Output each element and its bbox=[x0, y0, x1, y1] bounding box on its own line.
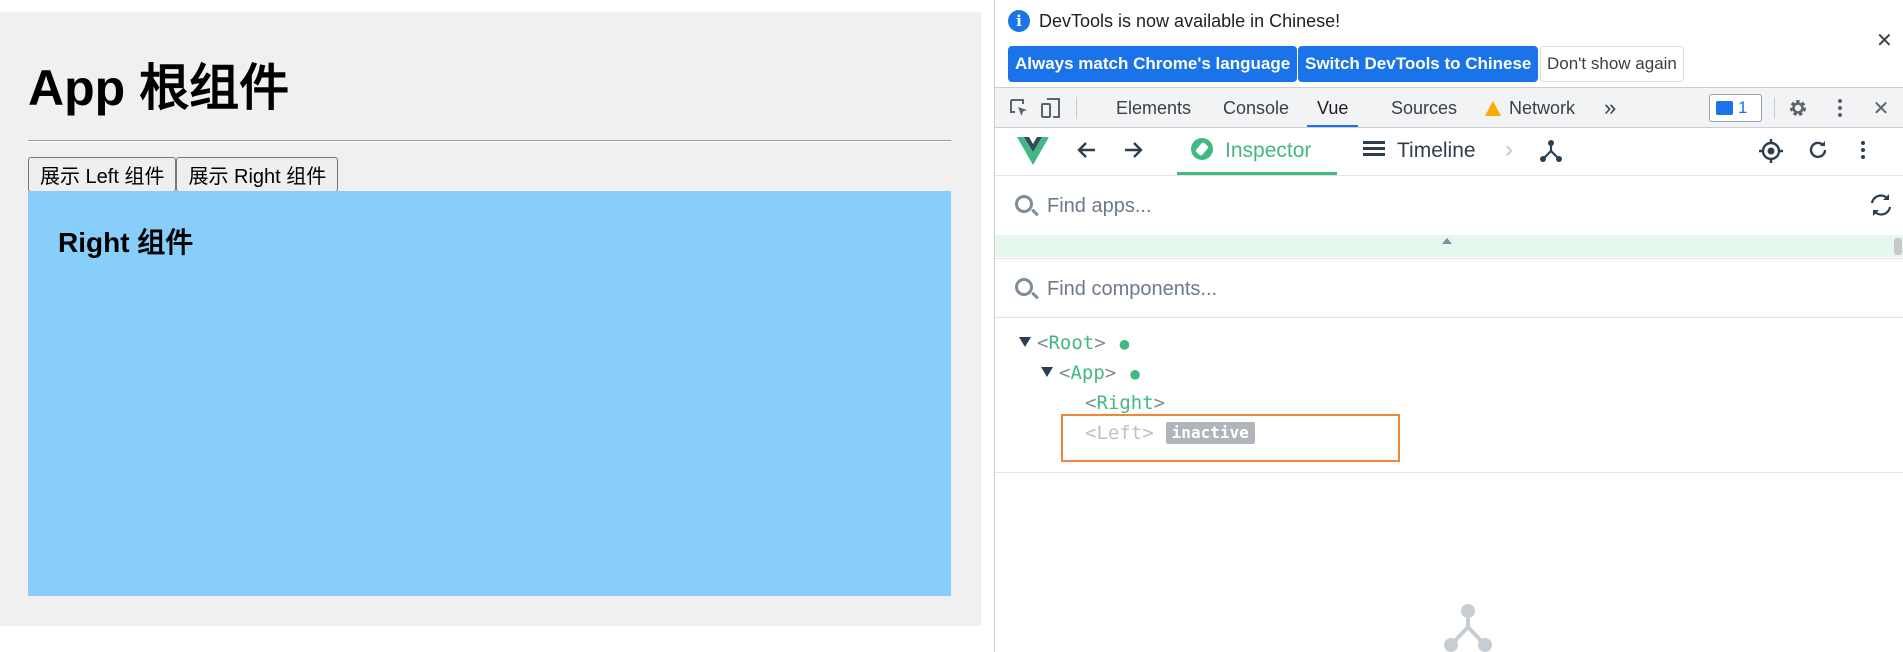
back-arrow-icon[interactable] bbox=[1075, 138, 1099, 169]
right-component-box: Right 组件 bbox=[28, 191, 951, 596]
show-right-button[interactable]: 展示 Right 组件 bbox=[176, 157, 339, 192]
expand-triangle-icon[interactable] bbox=[1041, 367, 1053, 377]
annotation-highlight-box bbox=[1061, 414, 1400, 462]
expand-triangle-icon[interactable] bbox=[1019, 337, 1031, 347]
chevron-right-icon: › bbox=[1505, 136, 1513, 163]
close-devtools-icon[interactable]: ✕ bbox=[1869, 97, 1893, 121]
find-components-row bbox=[995, 258, 1903, 318]
info-icon: i bbox=[1008, 10, 1030, 32]
find-apps-input[interactable] bbox=[1047, 190, 1827, 222]
search-icon bbox=[1015, 278, 1033, 296]
select-component-target-icon[interactable] bbox=[1758, 138, 1784, 171]
button-row: 展示 Left 组件 展示 Right 组件 bbox=[28, 157, 339, 192]
tab-network[interactable]: Network bbox=[1485, 88, 1575, 127]
tab-elements[interactable]: Elements bbox=[1116, 88, 1191, 127]
inspect-element-icon[interactable] bbox=[1007, 97, 1031, 121]
app-list-strip[interactable] bbox=[995, 235, 1903, 257]
settings-gear-icon[interactable] bbox=[1786, 97, 1810, 121]
page-divider bbox=[28, 140, 951, 142]
match-language-button[interactable]: Always match Chrome's language bbox=[1008, 46, 1298, 82]
app-page: App 根组件 展示 Left 组件 展示 Right 组件 Right 组件 bbox=[0, 12, 981, 626]
dont-show-again-button[interactable]: Don't show again bbox=[1540, 46, 1684, 82]
more-tabs-icon[interactable]: » bbox=[1604, 88, 1616, 127]
component-graph-icon[interactable] bbox=[1538, 138, 1564, 171]
devtools-panel: i DevTools is now available in Chinese! … bbox=[994, 0, 1903, 652]
vue-more-options-icon[interactable] bbox=[1851, 138, 1875, 169]
tab-sources[interactable]: Sources bbox=[1391, 88, 1457, 127]
component-tree: <Root> ● <App> ● <Right> <Left> inactive bbox=[995, 318, 1903, 473]
tab-timeline[interactable]: Timeline bbox=[1363, 128, 1476, 175]
tab-console[interactable]: Console bbox=[1223, 88, 1289, 127]
sync-icon[interactable] bbox=[1868, 192, 1894, 225]
tab-vue[interactable]: Vue bbox=[1307, 88, 1359, 127]
find-apps-row bbox=[995, 176, 1903, 235]
more-options-icon[interactable] bbox=[1828, 97, 1852, 121]
right-component-title: Right 组件 bbox=[58, 227, 194, 258]
active-dot-icon: ● bbox=[1119, 334, 1130, 353]
find-components-input[interactable] bbox=[1047, 273, 1827, 305]
switch-to-chinese-button[interactable]: Switch DevTools to Chinese bbox=[1298, 46, 1539, 82]
infobar-message: DevTools is now available in Chinese! bbox=[1039, 11, 1341, 31]
vue-logo-icon bbox=[1017, 137, 1049, 165]
language-infobar: i DevTools is now available in Chinese! … bbox=[995, 0, 1903, 87]
search-icon bbox=[1015, 195, 1033, 213]
warning-icon bbox=[1485, 101, 1501, 116]
timeline-icon bbox=[1363, 141, 1385, 159]
page-title: App 根组件 bbox=[28, 60, 290, 116]
refresh-icon[interactable] bbox=[1806, 138, 1830, 169]
tree-node-app[interactable]: <App> ● bbox=[1041, 362, 1140, 384]
device-toolbar-icon[interactable] bbox=[1039, 97, 1063, 121]
tree-node-right[interactable]: <Right> bbox=[1085, 392, 1165, 414]
tab-inspector[interactable]: Inspector bbox=[1177, 128, 1337, 175]
vue-devtools-header: Inspector Timeline › bbox=[995, 128, 1903, 176]
empty-state-graph-icon bbox=[1444, 604, 1492, 652]
devtools-toolbar: Elements Console Vue Sources Network » 1… bbox=[995, 87, 1903, 128]
active-dot-icon: ● bbox=[1130, 364, 1140, 383]
tree-node-root[interactable]: <Root> ● bbox=[1019, 332, 1129, 354]
forward-arrow-icon[interactable] bbox=[1121, 138, 1145, 169]
infobar-close-icon[interactable]: ✕ bbox=[1876, 28, 1893, 53]
scrollbar[interactable] bbox=[1894, 238, 1902, 255]
issues-badge[interactable]: 1 bbox=[1709, 94, 1762, 122]
resize-caret-icon bbox=[1442, 238, 1452, 244]
show-left-button[interactable]: 展示 Left 组件 bbox=[28, 157, 177, 192]
message-icon bbox=[1716, 101, 1733, 115]
compass-icon bbox=[1191, 138, 1213, 160]
